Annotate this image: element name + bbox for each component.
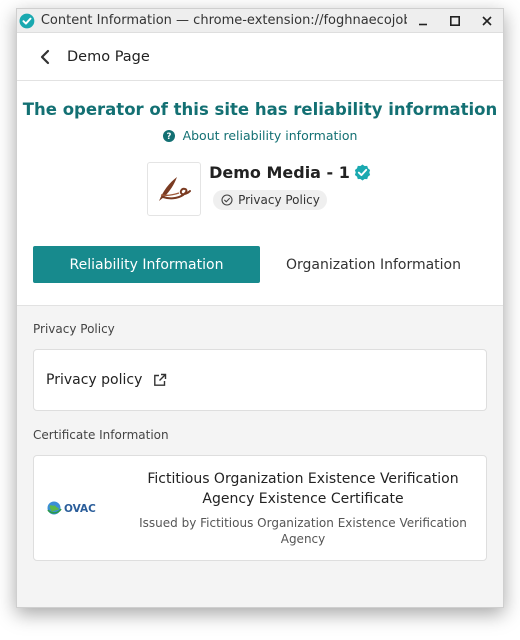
tab-organization-information[interactable]: Organization Information [260,246,487,283]
external-link-icon [154,373,167,386]
svg-text:?: ? [166,132,171,142]
title-bar: Content Information — chrome-extension:/… [17,9,503,33]
about-reliability-link[interactable]: ? About reliability information [17,128,503,143]
reliability-headline: The operator of this site has reliabilit… [22,100,498,119]
organization-name: Demo Media - 1 [209,163,350,182]
privacy-badge-label: Privacy Policy [238,193,320,207]
certificate-title: Fictitious Organization Existence Verifi… [147,471,459,507]
about-link-text: About reliability information [182,128,358,143]
globe-logo-icon: OVAC [47,501,96,515]
tab-reliability-information[interactable]: Reliability Information [33,246,260,283]
ovac-logo-text: OVAC [64,503,96,515]
minimize-icon [419,23,427,25]
app-logo-icon [19,13,35,28]
quill-logo-icon [159,177,192,201]
tab-content: Privacy Policy Privacy policy Certificat… [17,305,503,607]
privacy-policy-link[interactable]: Privacy policy [46,372,142,388]
privacy-policy-card[interactable]: Privacy policy [33,349,487,411]
back-button[interactable] [35,47,55,67]
page-header: Demo Page [17,33,503,81]
minimize-button[interactable] [407,9,439,33]
certificate-card[interactable]: OVAC Fictitious Organization Existence V… [33,455,487,561]
question-icon: ? [162,129,175,142]
close-icon [482,15,492,26]
certificate-issuer: Issued by Fictitious Organization Existe… [139,516,467,546]
extension-window: Content Information — chrome-extension:/… [16,8,504,608]
close-button[interactable] [471,9,503,33]
maximize-icon [449,15,460,26]
window-controls [407,9,503,33]
organization-logo [147,162,202,216]
verified-badge-icon [354,164,370,181]
organization-block: Demo Media - 1 Privacy Policy [17,162,503,216]
maximize-button[interactable] [439,9,471,33]
chevron-left-icon [40,49,50,64]
page-title: Demo Page [67,48,150,65]
ovac-logo: OVAC [34,498,130,518]
privacy-section-label: Privacy Policy [33,322,115,336]
privacy-policy-badge[interactable]: Privacy Policy [213,190,327,210]
window-title: Content Information — chrome-extension:/… [40,13,407,28]
info-tabs: Reliability Information Organization Inf… [17,246,503,283]
certificate-section-label: Certificate Information [33,428,169,442]
certificate-text: Fictitious Organization Existence Verifi… [130,469,486,547]
check-circle-icon [221,194,233,206]
